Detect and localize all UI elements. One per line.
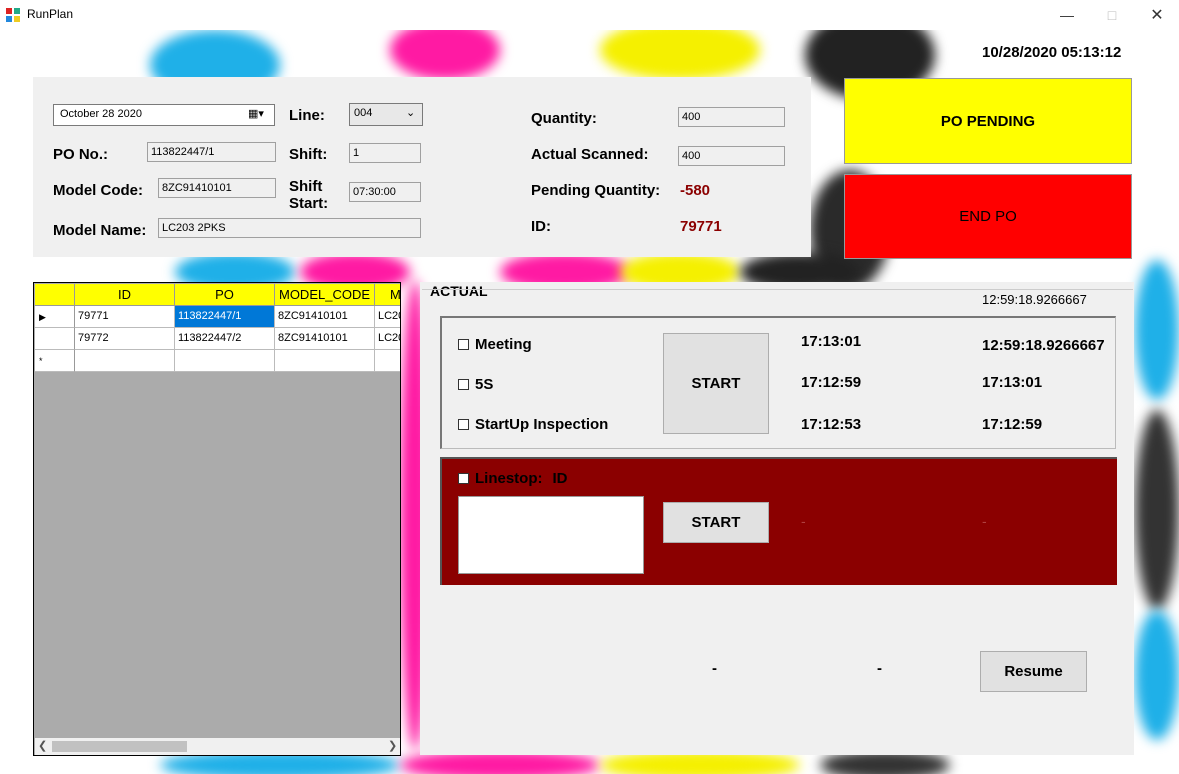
date-picker[interactable]: October 28 2020 ▦▾ <box>53 104 275 126</box>
shift-start-field[interactable]: 07:30:00 <box>349 182 421 202</box>
table-cell-po-selected[interactable]: 113822447/1 <box>175 306 275 328</box>
po-grid[interactable]: ID PO MODEL_CODE M ▶ 79771 113822447/1 8… <box>33 282 401 756</box>
table-cell-model-code[interactable]: 8ZC91410101 <box>275 328 375 350</box>
pending-qty-value: -580 <box>680 182 711 199</box>
scroll-left-icon[interactable]: ❮ <box>38 739 47 752</box>
5s-checkbox-row[interactable]: 5S <box>458 376 493 393</box>
linestop-start-time: - <box>801 513 806 529</box>
linestop-id-label: ID <box>552 470 568 487</box>
meeting-label: Meeting <box>475 336 532 353</box>
id-label: ID: <box>531 218 551 235</box>
line-label: Line: <box>289 107 325 124</box>
actual-scanned-label: Actual Scanned: <box>531 146 649 163</box>
scrollbar-thumb[interactable] <box>52 741 187 752</box>
table-cell-id[interactable]: 79771 <box>75 306 175 328</box>
shift-start-label-line1: Shift <box>289 178 323 195</box>
activity-start-button[interactable]: START <box>663 333 769 434</box>
model-name-label: Model Name: <box>53 222 147 239</box>
shift-field[interactable]: 1 <box>349 143 421 163</box>
startup-inspection-label: StartUp Inspection <box>475 416 609 433</box>
calendar-dropdown-icon[interactable]: ▦▾ <box>248 107 264 120</box>
startup-end-time: 17:12:59 <box>982 416 1043 433</box>
line-select[interactable]: 004 ⌄ <box>349 103 423 126</box>
po-field[interactable]: 113822447/1 <box>147 142 276 162</box>
5s-end-time: 17:13:01 <box>982 374 1043 391</box>
actual-top-time: 12:59:18.9266667 <box>982 292 1087 307</box>
new-row-header[interactable]: * <box>35 350 75 372</box>
grid-corner-header <box>35 284 75 306</box>
maximize-icon[interactable]: □ <box>1089 0 1135 30</box>
table-cell-model-name[interactable]: LC20 <box>375 328 400 350</box>
po-pending-button[interactable]: PO PENDING <box>844 78 1132 164</box>
startup-start-time: 17:12:53 <box>801 416 862 433</box>
5s-checkbox[interactable] <box>458 379 469 390</box>
resume-button[interactable]: Resume <box>980 651 1087 692</box>
resume-end-time: - <box>877 660 882 677</box>
meeting-checkbox[interactable] <box>458 339 469 350</box>
id-value: 79771 <box>680 218 722 235</box>
actual-title: ACTUAL <box>430 283 492 299</box>
window-title: RunPlan <box>27 7 74 21</box>
linestop-reason-input[interactable] <box>458 496 644 574</box>
actual-group-border <box>422 289 1133 290</box>
app-icon <box>6 8 20 22</box>
column-header-model-code[interactable]: MODEL_CODE <box>275 284 375 306</box>
new-row-cell[interactable] <box>175 350 275 372</box>
end-po-button[interactable]: END PO <box>844 174 1132 259</box>
column-header-po[interactable]: PO <box>175 284 275 306</box>
table-cell-model-code[interactable]: 8ZC91410101 <box>275 306 375 328</box>
resume-start-time: - <box>712 660 717 677</box>
model-code-label: Model Code: <box>53 182 143 199</box>
5s-start-time: 17:12:59 <box>801 374 862 391</box>
quantity-field[interactable]: 400 <box>678 107 785 127</box>
linestop-start-button[interactable]: START <box>663 502 769 543</box>
model-name-field[interactable]: LC203 2PKS <box>158 218 421 238</box>
table-cell-po[interactable]: 113822447/2 <box>175 328 275 350</box>
horizontal-scrollbar[interactable]: ❮ ❯ <box>35 738 400 755</box>
title-bar <box>0 0 1179 30</box>
linestop-label: Linestop: <box>475 470 543 487</box>
row-header-1[interactable]: ▶ <box>35 306 75 328</box>
new-row-cell[interactable] <box>375 350 400 372</box>
meeting-checkbox-row[interactable]: Meeting <box>458 336 532 353</box>
shift-start-label-line2: Start: <box>289 195 329 212</box>
linestop-checkbox-row[interactable]: Linestop: ID <box>458 470 568 487</box>
close-icon[interactable]: ✕ <box>1134 0 1179 30</box>
actual-scanned-field[interactable]: 400 <box>678 146 785 166</box>
minimize-icon[interactable]: — <box>1044 0 1090 30</box>
table-cell-id[interactable]: 79772 <box>75 328 175 350</box>
date-value: October 28 2020 <box>60 108 142 120</box>
chevron-down-icon[interactable]: ⌄ <box>406 106 415 119</box>
startup-inspection-checkbox[interactable] <box>458 419 469 430</box>
table-cell-model-name[interactable]: LC20 <box>375 306 400 328</box>
startup-checkbox-row[interactable]: StartUp Inspection <box>458 416 608 433</box>
column-header-model-name[interactable]: M <box>375 284 400 306</box>
shift-start-label: Shift Start: <box>289 178 328 212</box>
row-header-2[interactable] <box>35 328 75 350</box>
line-value: 004 <box>354 107 373 119</box>
meeting-start-time: 17:13:01 <box>801 333 862 350</box>
linestop-checkbox[interactable] <box>458 473 469 484</box>
linestop-end-time: - <box>982 513 987 529</box>
clock: 10/28/2020 05:13:12 <box>982 44 1122 61</box>
new-row-cell[interactable] <box>275 350 375 372</box>
shift-label: Shift: <box>289 146 328 163</box>
5s-label: 5S <box>475 376 494 393</box>
column-header-id[interactable]: ID <box>75 284 175 306</box>
po-label: PO No.: <box>53 146 108 163</box>
quantity-label: Quantity: <box>531 110 597 127</box>
pending-qty-label: Pending Quantity: <box>531 182 661 199</box>
scroll-right-icon[interactable]: ❯ <box>388 739 397 752</box>
new-row-cell[interactable] <box>75 350 175 372</box>
model-code-field[interactable]: 8ZC91410101 <box>158 178 276 198</box>
meeting-end-time: 12:59:18.9266667 <box>982 337 1105 354</box>
